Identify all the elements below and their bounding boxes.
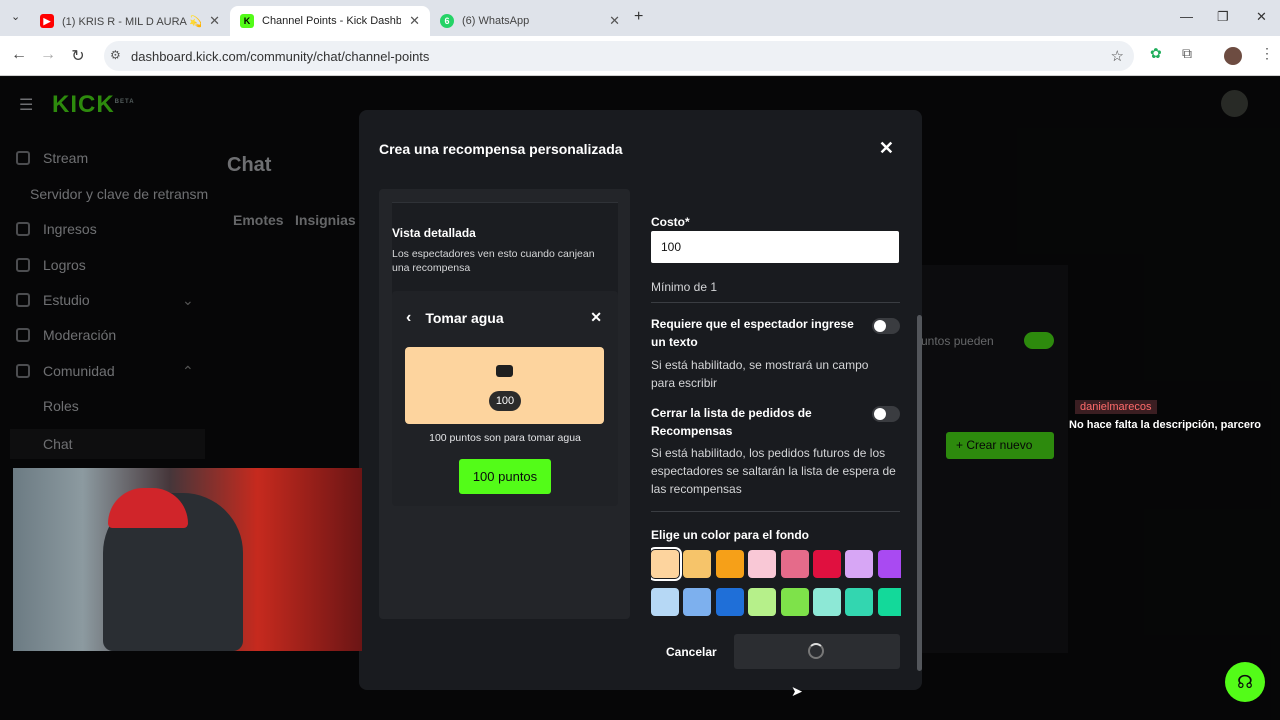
close-tab-icon[interactable]: ✕ — [409, 13, 420, 29]
color-swatch[interactable] — [651, 547, 682, 581]
address-bar[interactable]: ⚙ dashboard.kick.com/community/chat/chan… — [104, 41, 1134, 71]
headset-icon: ☊ — [1237, 671, 1253, 692]
color-swatch[interactable] — [780, 588, 809, 616]
color-swatch[interactable] — [748, 588, 777, 616]
create-reward-button[interactable] — [734, 634, 900, 669]
browser-tab-whatsapp[interactable]: 6 (6) WhatsApp ✕ — [430, 6, 630, 36]
divider — [651, 511, 900, 512]
whatsapp-icon: 6 — [440, 14, 454, 28]
color-swatch[interactable] — [780, 550, 809, 578]
color-picker-label: Elige un color para el fondo — [651, 528, 810, 542]
tab-list-chevron-icon[interactable]: ⌄ — [11, 10, 20, 23]
color-swatch[interactable] — [683, 550, 712, 578]
color-swatch[interactable] — [877, 588, 901, 616]
minimize-icon[interactable]: — — [1180, 9, 1193, 24]
kick-icon: K — [240, 14, 254, 28]
back-icon[interactable]: ← — [9, 46, 29, 64]
reward-gift-icon — [496, 365, 513, 377]
browser-toolbar: ← → ↻ ⚙ dashboard.kick.com/community/cha… — [0, 36, 1280, 76]
cost-input[interactable]: 100 — [651, 231, 899, 263]
support-chat-button[interactable]: ☊ — [1225, 662, 1265, 702]
require-text-label: Requiere que el espectador ingrese un te… — [651, 317, 854, 349]
tab-label: (1) KRIS R - MIL D AURA 💫 (VI — [62, 15, 202, 28]
restore-icon[interactable]: ❐ — [1217, 9, 1229, 25]
cancel-button[interactable]: Cancelar — [666, 645, 717, 659]
new-tab-icon[interactable]: + — [634, 8, 643, 26]
mouse-cursor: ➤ — [791, 683, 803, 699]
skip-queue-toggle[interactable] — [872, 406, 900, 422]
modal-scrollbar[interactable] — [917, 315, 922, 671]
bookmark-star-icon[interactable]: ☆ — [1111, 47, 1124, 65]
color-swatch[interactable] — [651, 588, 679, 616]
reward-color-box: 100 — [405, 347, 604, 424]
preview-heading: Vista detallada — [392, 226, 476, 240]
preview-description: Los espectadores ven esto cuando canjean… — [392, 248, 595, 274]
color-swatch[interactable] — [813, 550, 841, 578]
chat-overlay-message: No hace falta la descripción, parcero — [1069, 419, 1261, 431]
reward-points-pill: 100 — [489, 391, 521, 411]
require-text-help: Si está habilitado, se mostrará un campo… — [651, 358, 869, 390]
require-text-toggle[interactable] — [872, 318, 900, 334]
reward-form: Costo* 100 Mínimo de 1 Requiere que el e… — [651, 189, 901, 669]
skip-queue-label: Cerrar la lista de pedidos de Recompensa… — [651, 406, 812, 438]
chevron-left-icon[interactable]: ‹ — [406, 309, 411, 327]
close-tab-icon[interactable]: ✕ — [209, 13, 220, 29]
profile-avatar[interactable] — [1224, 47, 1242, 65]
browser-menu-icon[interactable]: ⋮ — [1260, 45, 1274, 62]
url-text: dashboard.kick.com/community/chat/channe… — [131, 48, 430, 64]
redeem-points-button[interactable]: 100 puntos — [459, 459, 551, 494]
create-reward-modal: Crea una recompensa personalizada ✕ Vist… — [359, 110, 922, 690]
color-swatch[interactable] — [683, 588, 712, 616]
color-swatch[interactable] — [877, 550, 901, 578]
extension-icon[interactable]: ✿ — [1150, 45, 1162, 62]
reload-icon[interactable]: ↻ — [68, 46, 88, 66]
close-icon[interactable]: ✕ — [879, 138, 894, 159]
forward-icon[interactable]: → — [38, 46, 58, 64]
site-info-icon[interactable]: ⚙ — [110, 48, 121, 62]
color-swatch[interactable] — [715, 550, 744, 578]
reward-card-header: ‹ Tomar agua ✕ — [406, 309, 604, 327]
color-swatch[interactable] — [715, 588, 744, 616]
modal-title: Crea una recompensa personalizada — [379, 141, 623, 157]
color-swatch[interactable] — [845, 588, 874, 616]
preview-inner: Vista detallada Los espectadores ven est… — [392, 202, 618, 506]
dashboard-page: ☰ KICKBETA Stream Servidor y clave de re… — [0, 77, 1280, 720]
color-swatch[interactable] — [813, 588, 841, 616]
color-swatch[interactable] — [845, 550, 874, 578]
cost-label: Costo* — [651, 215, 690, 229]
puzzle-extensions-icon[interactable]: ⧉ — [1182, 45, 1192, 62]
loading-spinner-icon — [808, 643, 824, 659]
divider — [651, 302, 900, 303]
browser-tab-bar: ⌄ ▶ (1) KRIS R - MIL D AURA 💫 (VI ✕ K Ch… — [0, 0, 1280, 36]
tab-label: Channel Points - Kick Dashboa — [262, 15, 402, 27]
reward-preview-panel: Vista detallada Los espectadores ven est… — [379, 189, 630, 619]
cost-help: Mínimo de 1 — [651, 280, 718, 294]
reward-caption: 100 puntos son para tomar agua — [429, 432, 581, 444]
chat-overlay-username: danielmarecos — [1075, 400, 1157, 414]
color-swatch[interactable] — [748, 550, 777, 578]
youtube-icon: ▶ — [40, 14, 54, 28]
browser-tab-kick[interactable]: K Channel Points - Kick Dashboa ✕ — [230, 6, 430, 36]
skip-queue-help: Si está habilitado, los pedidos futuros … — [651, 446, 896, 496]
close-icon[interactable]: ✕ — [590, 309, 602, 326]
browser-tab-youtube[interactable]: ▶ (1) KRIS R - MIL D AURA 💫 (VI ✕ — [30, 6, 230, 36]
close-window-icon[interactable]: ✕ — [1256, 9, 1267, 25]
close-tab-icon[interactable]: ✕ — [609, 13, 620, 29]
webcam-overlay — [13, 468, 362, 651]
tab-label: (6) WhatsApp — [462, 15, 530, 27]
reward-card-title: Tomar agua — [425, 310, 504, 326]
reward-card: ‹ Tomar agua ✕ 100 100 puntos son para t… — [392, 291, 618, 506]
